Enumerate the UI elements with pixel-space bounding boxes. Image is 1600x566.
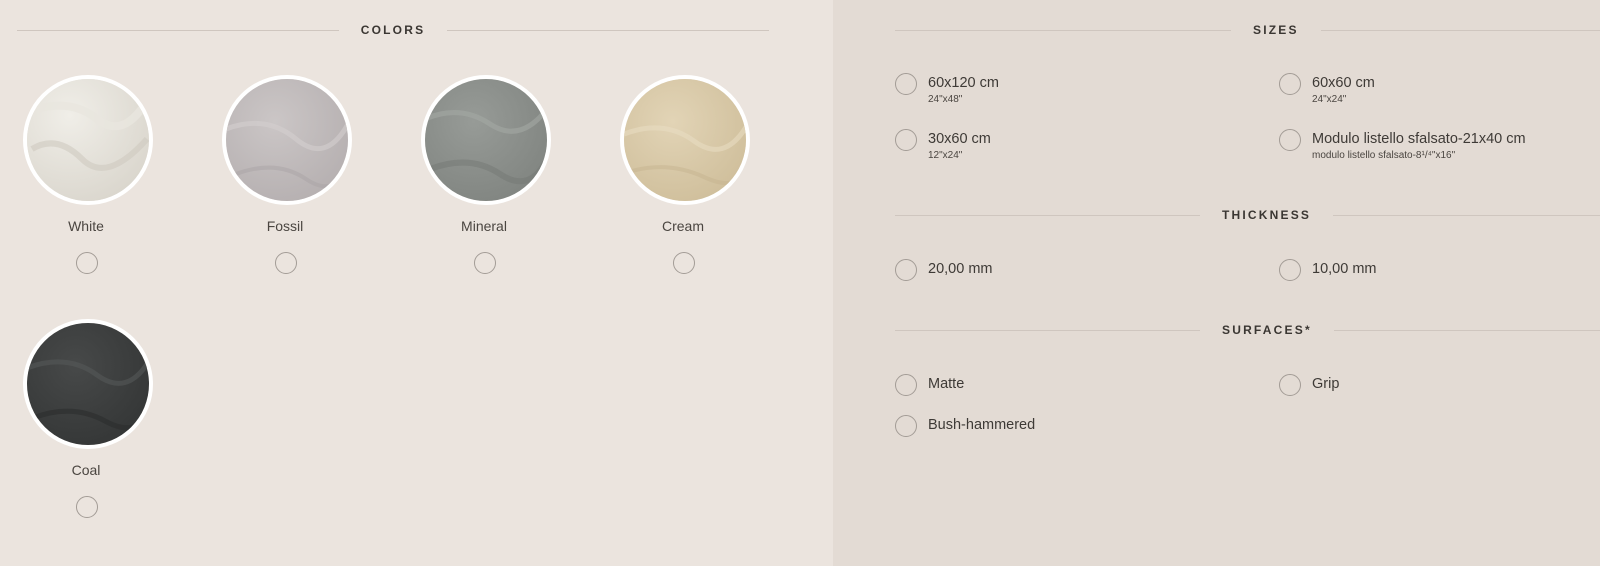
color-swatch-white[interactable]	[23, 75, 153, 205]
swatch-texture-white	[27, 79, 149, 201]
divider-line	[447, 29, 770, 31]
color-label-cream: Cream	[661, 218, 704, 234]
size-option-60x60[interactable]: 60x60 cm 24"x24"	[1279, 73, 1375, 106]
options-panel: SIZES 60x120 cm 24"x48" 60x60 cm 24"x24"…	[833, 0, 1600, 566]
size-label-modulo-listello: Modulo listello sfalsato-21x40 cm	[1312, 131, 1526, 147]
swatch-texture-cream	[624, 79, 746, 201]
color-swatch-cream[interactable]	[620, 75, 750, 205]
divider-line	[895, 29, 1231, 31]
thickness-heading-title: THICKNESS	[1222, 208, 1312, 222]
color-swatch-fossil[interactable]	[222, 75, 352, 205]
size-radio-modulo-listello[interactable]	[1279, 129, 1301, 151]
swatch-texture-coal	[27, 323, 149, 445]
size-radio-30x60[interactable]	[895, 129, 917, 151]
color-radio-coal[interactable]	[76, 496, 98, 518]
surface-radio-grip[interactable]	[1279, 374, 1301, 396]
colors-heading: COLORS	[17, 20, 770, 40]
surfaces-heading-title: SURFACES*	[1222, 323, 1312, 337]
divider-line	[1333, 329, 1600, 331]
swatch-texture-fossil	[226, 79, 348, 201]
size-option-30x60[interactable]: 30x60 cm 12"x24"	[895, 129, 991, 162]
thickness-label-20mm: 20,00 mm	[928, 261, 993, 277]
sizes-heading: SIZES	[895, 20, 1600, 40]
size-label-60x120: 60x120 cm	[928, 75, 999, 91]
surface-label-grip: Grip	[1312, 376, 1340, 392]
colors-heading-title: COLORS	[360, 23, 426, 37]
divider-line	[1320, 29, 1600, 31]
divider-line	[1333, 214, 1600, 216]
surface-option-bush-hammered[interactable]: Bush-hammered	[895, 415, 1036, 437]
color-label-coal: Coal	[71, 462, 101, 478]
size-label-60x60: 60x60 cm	[1312, 75, 1375, 91]
thickness-radio-10mm[interactable]	[1279, 259, 1301, 281]
color-radio-white[interactable]	[76, 252, 98, 274]
color-radio-mineral[interactable]	[474, 252, 496, 274]
surface-label-matte: Matte	[928, 376, 965, 392]
thickness-label-10mm: 10,00 mm	[1312, 261, 1377, 277]
divider-line	[895, 329, 1200, 331]
size-radio-60x60[interactable]	[1279, 73, 1301, 95]
size-option-modulo-listello[interactable]: Modulo listello sfalsato-21x40 cm modulo…	[1279, 129, 1526, 162]
size-label-30x60: 30x60 cm	[928, 131, 991, 147]
thickness-radio-20mm[interactable]	[895, 259, 917, 281]
sizes-heading-title: SIZES	[1253, 23, 1299, 37]
color-label-white: White	[68, 218, 104, 234]
color-radio-cream[interactable]	[673, 252, 695, 274]
size-sublabel-60x60: 24"x24"	[1312, 94, 1347, 105]
surface-label-bush-hammered: Bush-hammered	[928, 417, 1036, 433]
colors-panel: COLORS White Fossil Mineral Cream Coal	[0, 0, 833, 566]
color-label-mineral: Mineral	[461, 218, 507, 234]
divider-line	[17, 29, 339, 31]
size-sublabel-60x120: 24"x48"	[928, 94, 963, 105]
surfaces-heading: SURFACES*	[895, 320, 1600, 340]
surface-option-grip[interactable]: Grip	[1279, 374, 1340, 396]
color-swatch-coal[interactable]	[23, 319, 153, 449]
color-swatch-mineral[interactable]	[421, 75, 551, 205]
size-sublabel-modulo-listello: modulo listello sfalsato-8¹/⁴"x16"	[1312, 150, 1456, 161]
divider-line	[895, 214, 1200, 216]
thickness-option-20mm[interactable]: 20,00 mm	[895, 259, 993, 281]
size-sublabel-30x60: 12"x24"	[928, 150, 963, 161]
size-option-60x120[interactable]: 60x120 cm 24"x48"	[895, 73, 999, 106]
size-radio-60x120[interactable]	[895, 73, 917, 95]
surface-option-matte[interactable]: Matte	[895, 374, 965, 396]
swatch-texture-mineral	[425, 79, 547, 201]
thickness-option-10mm[interactable]: 10,00 mm	[1279, 259, 1377, 281]
thickness-heading: THICKNESS	[895, 205, 1600, 225]
color-label-fossil: Fossil	[266, 218, 304, 234]
surface-radio-matte[interactable]	[895, 374, 917, 396]
surface-radio-bush-hammered[interactable]	[895, 415, 917, 437]
color-radio-fossil[interactable]	[275, 252, 297, 274]
